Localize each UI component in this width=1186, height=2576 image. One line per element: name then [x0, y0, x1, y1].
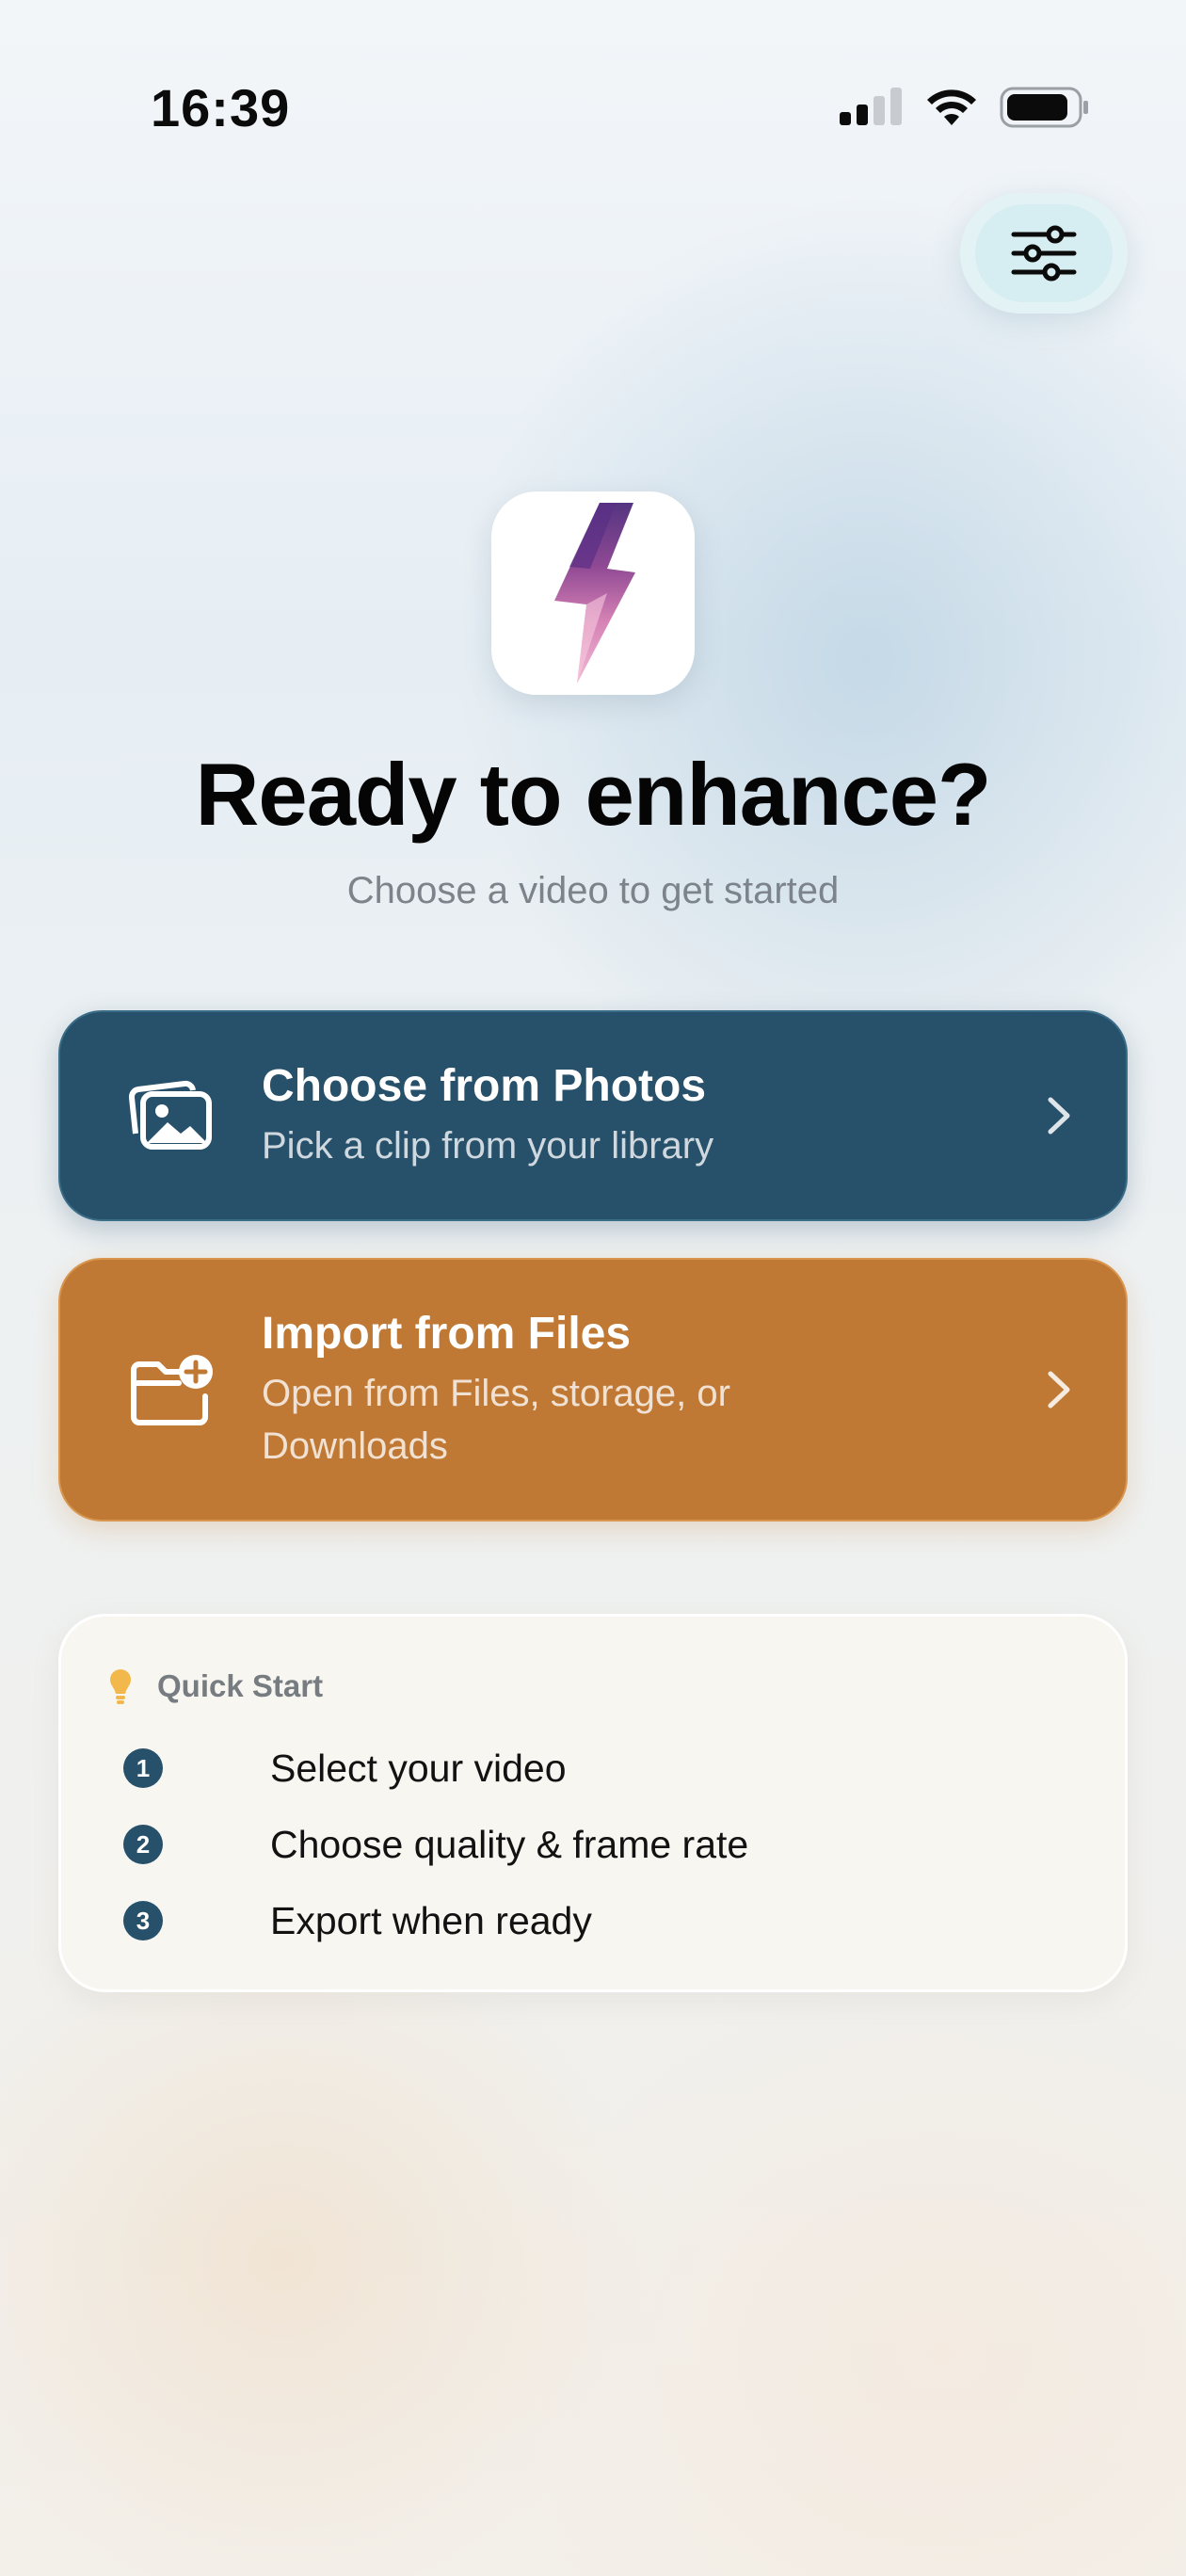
- step-number-badge: 2: [123, 1825, 163, 1864]
- settings-button-inner: [975, 204, 1113, 302]
- wifi-icon: [927, 89, 976, 125]
- quick-start-step: 2 Choose quality & frame rate: [123, 1823, 748, 1866]
- quick-start-step: 1 Select your video: [123, 1747, 567, 1790]
- photos-card-subtitle: Pick a clip from your library: [262, 1124, 714, 1167]
- folder-add-icon: [131, 1355, 213, 1425]
- import-from-files-button[interactable]: Import from Files Open from Files, stora…: [58, 1258, 1128, 1521]
- status-bar: 16:39: [0, 0, 1186, 217]
- status-time: 16:39: [151, 78, 291, 137]
- app-logo: [491, 491, 695, 695]
- lightbulb-icon: [110, 1669, 131, 1704]
- chevron-right-icon: [1048, 1097, 1070, 1135]
- status-icons: [840, 87, 1090, 128]
- cellular-signal-icon: [840, 88, 902, 125]
- photos-card-title: Choose from Photos: [262, 1060, 707, 1111]
- settings-button[interactable]: [960, 193, 1128, 314]
- quick-start-step: 3 Export when ready: [123, 1899, 592, 1942]
- battery-icon: [1000, 87, 1088, 128]
- lightning-bolt-logo-icon: [554, 503, 635, 684]
- files-card-title: Import from Files: [262, 1308, 632, 1359]
- chevron-right-icon: [1048, 1371, 1070, 1409]
- sliders-icon: [1011, 225, 1077, 282]
- step-label: Choose quality & frame rate: [270, 1822, 749, 1866]
- quick-start-header: Quick Start: [108, 1667, 323, 1705]
- step-number-badge: 1: [123, 1748, 163, 1788]
- step-number-badge: 3: [123, 1901, 163, 1940]
- files-card-text: Import from Files Open from Files, stora…: [262, 1308, 789, 1473]
- quick-start-title: Quick Start: [157, 1668, 324, 1703]
- photos-card-text: Choose from Photos Pick a clip from your…: [262, 1060, 713, 1172]
- photos-icon: [128, 1080, 212, 1150]
- page-subtitle: Choose a video to get started: [346, 870, 840, 911]
- files-card-subtitle: Open from Files, storage, or Downloads: [262, 1372, 730, 1467]
- page-title: Ready to enhance?: [195, 745, 992, 844]
- step-label: Export when ready: [270, 1898, 592, 1942]
- quick-start-card: Quick Start 1 Select your video 2 Choose…: [58, 1614, 1128, 1992]
- step-label: Select your video: [270, 1746, 567, 1790]
- choose-from-photos-button[interactable]: Choose from Photos Pick a clip from your…: [58, 1010, 1128, 1221]
